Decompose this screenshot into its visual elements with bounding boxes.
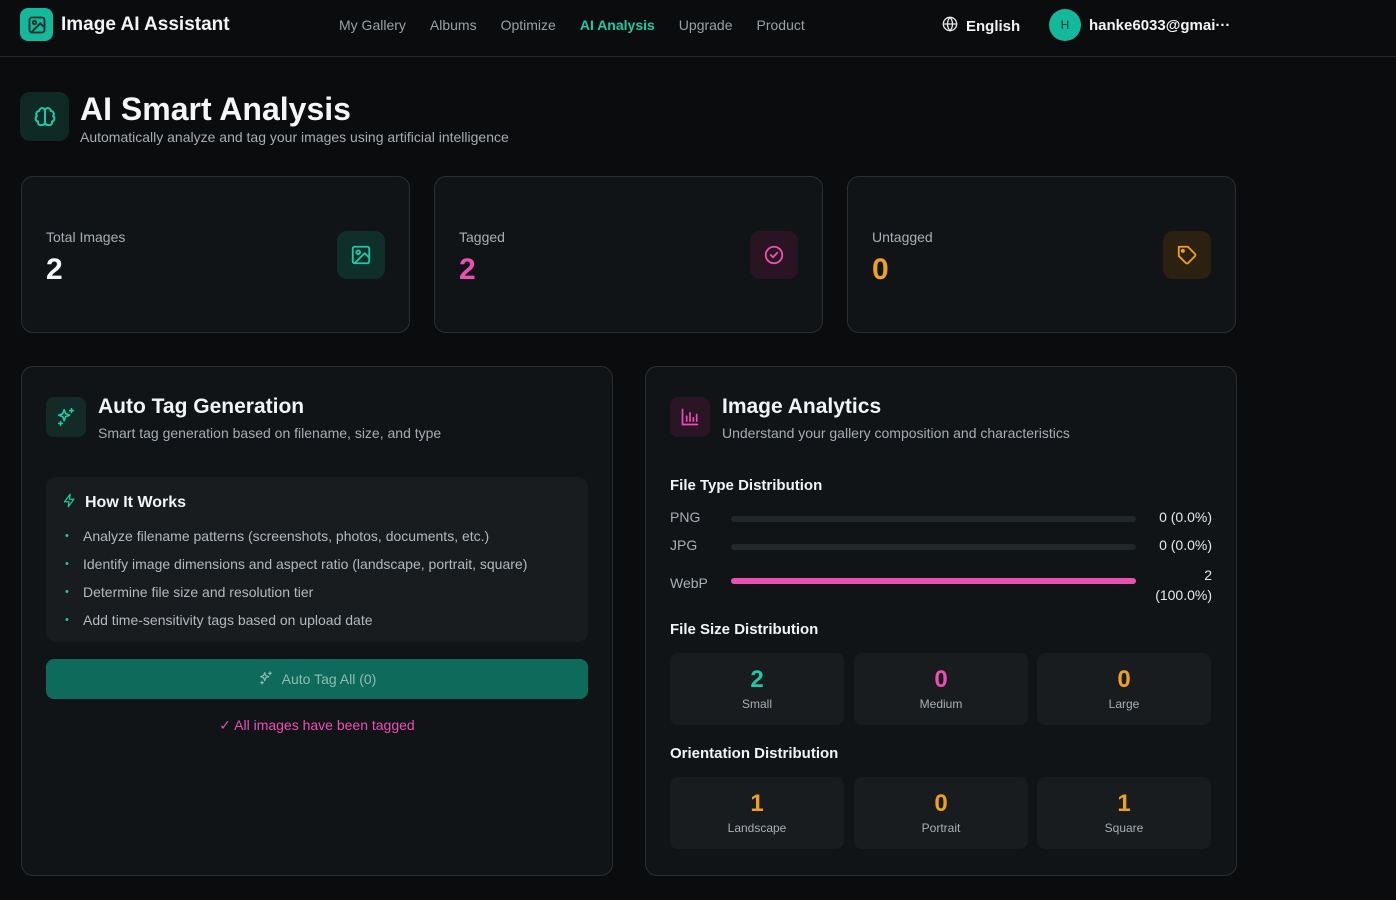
- tile-label: Small: [741, 697, 772, 711]
- orientation-title: Orientation Distribution: [670, 745, 839, 762]
- orientation-tile-landscape: 1 Landscape: [670, 777, 844, 849]
- check-circle-icon: [750, 231, 798, 279]
- distribution-bar: [731, 544, 1136, 550]
- nav-optimize[interactable]: Optimize: [501, 17, 556, 33]
- how-it-works-list: Analyze filename patterns (screenshots, …: [62, 522, 572, 634]
- file-size-tile-large: 0 Large: [1037, 653, 1211, 725]
- nav-my-gallery[interactable]: My Gallery: [339, 17, 406, 33]
- nav-upgrade[interactable]: Upgrade: [679, 17, 733, 33]
- panel-title: Image Analytics: [722, 395, 882, 418]
- stat-card-total-images: Total Images 2: [21, 176, 410, 333]
- page-title: AI Smart Analysis: [80, 91, 351, 127]
- distribution-bar: [731, 516, 1136, 522]
- stat-label: Total Images: [46, 229, 126, 245]
- user-menu[interactable]: H hanke6033@gmai···: [1049, 9, 1230, 41]
- tile-value: 0: [934, 790, 948, 817]
- file-size-tile-medium: 0 Medium: [854, 653, 1028, 725]
- auto-tag-all-button[interactable]: Auto Tag All (0): [46, 659, 588, 699]
- auto-tag-all-label: Auto Tag All (0): [281, 671, 377, 687]
- stat-value: 0: [872, 253, 889, 286]
- tile-label: Square: [1104, 821, 1144, 835]
- distribution-bar: [731, 578, 1136, 584]
- file-type-row-jpg: JPG 0 (0.0%): [670, 537, 1212, 557]
- list-item: Identify image dimensions and aspect rat…: [62, 550, 572, 578]
- image-icon: [337, 231, 385, 279]
- file-type-count: 0 (0.0%): [1159, 537, 1212, 553]
- panel-subtitle: Smart tag generation based on filename, …: [98, 425, 442, 441]
- panel-subtitle: Understand your gallery composition and …: [722, 425, 1070, 441]
- file-type-label: PNG: [670, 509, 701, 525]
- file-size-title: File Size Distribution: [670, 621, 819, 638]
- list-item: Add time-sensitivity tags based on uploa…: [62, 606, 572, 634]
- tile-value: 1: [1117, 790, 1131, 817]
- tag-icon: [1163, 231, 1211, 279]
- brain-icon: [20, 92, 69, 141]
- sparkles-icon: [46, 397, 86, 437]
- page-subtitle: Automatically analyze and tag your image…: [80, 129, 509, 145]
- file-type-title: File Type Distribution: [670, 477, 823, 494]
- orientation-tile-portrait: 0 Portrait: [854, 777, 1028, 849]
- stat-label: Untagged: [872, 229, 933, 245]
- panel-title: Auto Tag Generation: [98, 395, 305, 418]
- file-type-count: 2: [1204, 567, 1212, 583]
- tile-value: 2: [750, 666, 764, 693]
- file-type-count: 0 (0.0%): [1159, 509, 1212, 525]
- tile-label: Medium: [919, 697, 963, 711]
- file-type-count-wrap: 2 (100.0%): [1155, 565, 1212, 605]
- image-analytics-panel: Image Analytics Understand your gallery …: [645, 366, 1237, 876]
- tagging-status-message: ✓ All images have been tagged: [219, 717, 415, 733]
- tile-value: 0: [1117, 666, 1131, 693]
- bar-chart-icon: [670, 397, 710, 437]
- sparkles-icon: [258, 670, 274, 689]
- language-selector[interactable]: English: [942, 16, 1020, 36]
- avatar: H: [1049, 9, 1081, 41]
- stat-value: 2: [46, 253, 63, 286]
- distribution-bar-fill: [731, 578, 1136, 584]
- tile-value: 0: [934, 666, 948, 693]
- image-logo-icon: [20, 8, 53, 41]
- nav-ai-analysis[interactable]: AI Analysis: [580, 17, 655, 33]
- auto-tag-panel: Auto Tag Generation Smart tag generation…: [21, 366, 613, 876]
- stat-label: Tagged: [459, 229, 505, 245]
- list-item: Determine file size and resolution tier: [62, 578, 572, 606]
- top-navbar: Image AI Assistant My Gallery Albums Opt…: [0, 0, 1396, 57]
- file-type-row-png: PNG 0 (0.0%): [670, 509, 1212, 529]
- stat-card-untagged: Untagged 0: [847, 176, 1236, 333]
- how-it-works-title: How It Works: [85, 494, 187, 511]
- tile-label: Landscape: [727, 821, 787, 835]
- file-type-percent: (100.0%): [1155, 587, 1212, 603]
- main-nav: My Gallery Albums Optimize AI Analysis U…: [339, 17, 829, 33]
- orientation-tile-square: 1 Square: [1037, 777, 1211, 849]
- globe-icon: [942, 16, 958, 36]
- page-header: AI Smart Analysis Automatically analyze …: [20, 91, 509, 145]
- tile-value: 1: [750, 790, 764, 817]
- how-it-works-box: How It Works Analyze filename patterns (…: [46, 477, 588, 642]
- list-item: Analyze filename patterns (screenshots, …: [62, 522, 572, 550]
- app-name: Image AI Assistant: [61, 13, 230, 35]
- file-type-label: WebP: [670, 575, 708, 591]
- stat-card-tagged: Tagged 2: [434, 176, 823, 333]
- nav-albums[interactable]: Albums: [430, 17, 477, 33]
- tile-label: Portrait: [921, 821, 961, 835]
- file-type-row-webp: WebP 2 (100.0%): [670, 565, 1212, 605]
- language-label: English: [966, 17, 1021, 35]
- user-email: hanke6033@gmai···: [1089, 16, 1231, 34]
- nav-product[interactable]: Product: [757, 17, 805, 33]
- brand[interactable]: Image AI Assistant: [20, 8, 230, 41]
- tile-label: Large: [1108, 697, 1140, 711]
- file-type-label: JPG: [670, 537, 698, 553]
- file-size-tile-small: 2 Small: [670, 653, 844, 725]
- lightning-icon: [62, 493, 77, 513]
- stat-value: 2: [459, 253, 476, 286]
